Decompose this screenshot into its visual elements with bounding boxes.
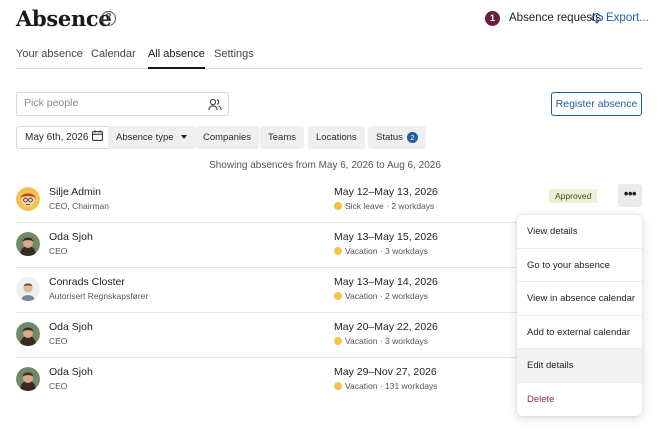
caret-down-icon <box>180 135 187 139</box>
sun-icon <box>334 292 342 300</box>
tab-calendar[interactable]: Calendar <box>91 48 136 69</box>
teams-filter[interactable]: Teams <box>260 126 304 149</box>
absence-type: Vacation · 2 workdays <box>334 291 428 301</box>
menu-item-delete[interactable]: Delete <box>517 383 642 417</box>
sun-icon <box>334 247 342 255</box>
teams-filter-label: Teams <box>268 132 296 143</box>
absence-type-filter-label: Absence type <box>116 132 174 143</box>
sun-icon <box>334 382 342 390</box>
tab-your-absence[interactable]: Your absence <box>16 48 83 69</box>
people-icon <box>208 98 222 111</box>
person-role: CEO <box>49 246 68 256</box>
question-circle-icon[interactable]: ? <box>101 11 116 26</box>
absence-type: Sick leave · 2 workdays <box>334 201 434 211</box>
absence-dates: May 20–May 22, 2026 <box>334 321 438 333</box>
register-absence-button[interactable]: Register absence <box>551 92 642 116</box>
companies-filter[interactable]: Companies <box>195 126 260 149</box>
avatar <box>16 367 40 391</box>
absence-type: Vacation · 131 workdays <box>334 381 437 391</box>
menu-item-go-to-your-absence[interactable]: Go to your absence <box>517 249 642 282</box>
status-count-badge: 2 <box>406 132 418 143</box>
avatar <box>16 322 40 346</box>
tab-all-absence[interactable]: All absence <box>148 48 205 69</box>
menu-item-view-in-absence-calendar[interactable]: View in absence calendar <box>517 282 642 316</box>
page-title: Absence <box>16 6 112 31</box>
status-filter-label: Status <box>376 132 403 143</box>
date-range-summary: Showing absences from May 6, 2026 to Aug… <box>209 160 441 171</box>
person-name: Oda Sjoh <box>49 366 93 378</box>
avatar <box>16 232 40 256</box>
pick-people-input[interactable] <box>24 97 194 109</box>
person-role: CEO <box>49 336 68 346</box>
absence-requests-count-badge[interactable]: 1 <box>485 11 500 26</box>
row-actions-menu: View details Go to your absence View in … <box>517 215 642 416</box>
person-role: CEO <box>49 381 68 391</box>
export-link[interactable]: Export... <box>606 12 649 24</box>
absence-dates: May 13–May 14, 2026 <box>334 276 438 288</box>
menu-item-view-details[interactable]: View details <box>517 215 642 249</box>
absence-type: Vacation · 3 workdays <box>334 246 428 256</box>
absence-requests-link[interactable]: Absence requests <box>509 12 601 24</box>
avatar <box>16 187 40 211</box>
absence-type: Vacation · 3 workdays <box>334 336 428 346</box>
person-name: Oda Sjoh <box>49 231 93 243</box>
companies-filter-label: Companies <box>203 132 252 143</box>
sun-icon <box>334 337 342 345</box>
menu-item-edit-details[interactable]: Edit details <box>517 349 642 383</box>
person-role: Autorisert Regnskapsfører <box>49 291 149 301</box>
status-badge: Approved <box>549 189 598 203</box>
tab-bar: Your absence Calendar All absence Settin… <box>16 47 642 69</box>
status-filter[interactable]: Status 2 <box>368 126 426 149</box>
absence-dates: May 12–May 13, 2026 <box>334 186 438 198</box>
person-name: Silje Admin <box>49 186 101 198</box>
date-filter-label: May 6th, 2026 <box>25 132 89 143</box>
absence-dates: May 29–Nov 27, 2026 <box>334 366 437 378</box>
menu-item-add-to-external-calendar[interactable]: Add to external calendar <box>517 316 642 349</box>
locations-filter[interactable]: Locations <box>308 126 365 149</box>
calendar-icon <box>92 130 104 141</box>
cloud-download-icon[interactable] <box>591 12 603 24</box>
person-role: CEO, Chairman <box>49 201 109 211</box>
sick-face-icon <box>334 202 342 210</box>
avatar <box>16 277 40 301</box>
absence-type-filter[interactable]: Absence type <box>108 126 195 149</box>
pick-people-field[interactable] <box>16 92 229 116</box>
absence-dates: May 13–May 15, 2026 <box>334 231 438 243</box>
person-name: Oda Sjoh <box>49 321 93 333</box>
person-name: Conrads Closter <box>49 276 125 288</box>
more-options-button[interactable]: ••• <box>618 184 642 207</box>
locations-filter-label: Locations <box>316 132 357 143</box>
tab-settings[interactable]: Settings <box>214 48 254 69</box>
date-filter[interactable]: May 6th, 2026 <box>16 126 113 149</box>
